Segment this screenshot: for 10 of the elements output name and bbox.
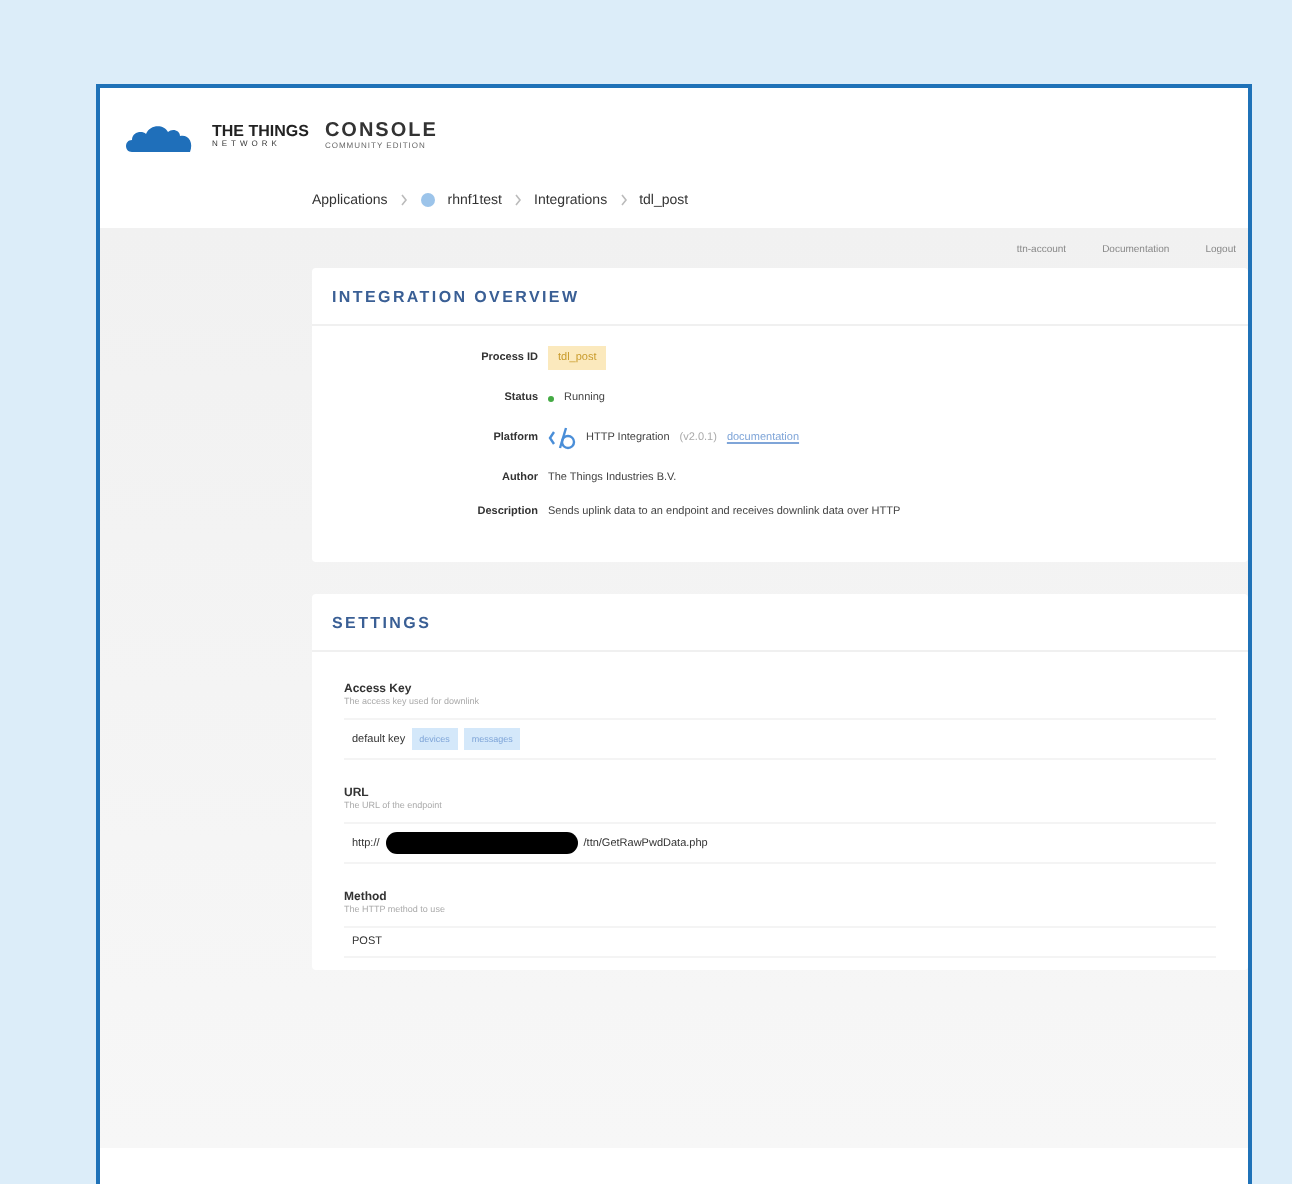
chevron-icon	[619, 194, 628, 206]
console-title: CONSOLE	[324, 122, 438, 142]
cloud-logo-icon	[124, 120, 196, 152]
brand-name: THE THINGS	[212, 124, 309, 140]
status-dot	[548, 395, 554, 401]
platform-icon	[548, 426, 576, 450]
chevron-icon	[399, 194, 408, 206]
card-title: INTEGRATION OVERVIEW	[312, 268, 1248, 326]
chevron-icon	[514, 194, 522, 206]
card-title: SETTINGS	[312, 594, 1248, 652]
